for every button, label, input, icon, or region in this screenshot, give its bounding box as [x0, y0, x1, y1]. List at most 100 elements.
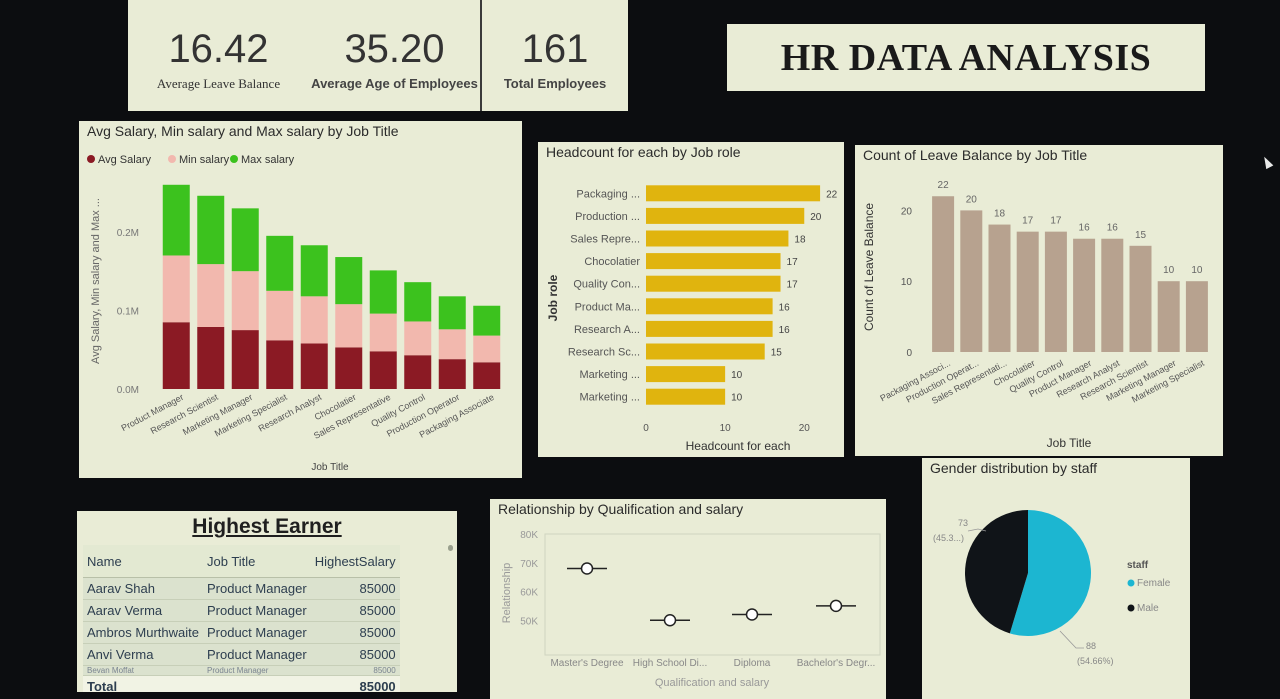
y-tick-label: Research A... [574, 324, 640, 336]
gender-chart-panel[interactable]: Gender distribution by staff 88 (54.66%) 7… [922, 458, 1190, 699]
bar-segment-avg-salary [369, 351, 397, 389]
kpi-avg-age-value: 35.20 [344, 27, 445, 71]
dashboard-title-box: HR DATA ANALYSIS [727, 24, 1205, 91]
data-point [829, 599, 843, 613]
x-tick-label: High School Di... [633, 658, 707, 669]
bar [1044, 231, 1067, 352]
table-row[interactable]: Aarav Verma Product Manager 85000 [83, 599, 400, 622]
bar-segment-min-salary [473, 335, 501, 363]
headcount-chart-panel[interactable]: Headcount for each by Job role Packaging… [538, 142, 844, 457]
y-tick-label: Research Sc... [568, 347, 640, 359]
x-axis-title: Headcount for each [686, 439, 791, 453]
bar [646, 230, 789, 247]
plot-border [544, 533, 881, 656]
bar-segment-avg-salary [197, 326, 225, 389]
cell-salary: 85000 [310, 599, 400, 622]
y-tick-label: Sales Repre... [570, 234, 640, 246]
bar-segment-avg-salary [162, 322, 190, 389]
data-label: 17 [787, 257, 799, 268]
cell-name: Anvi Verma [83, 643, 203, 666]
slice-label-value: 88 [1086, 641, 1096, 651]
bar-segment-avg-salary [335, 347, 363, 389]
bar [646, 298, 773, 315]
slice-label-percent: (45.3...) [933, 533, 964, 543]
mouse-cursor [1260, 154, 1274, 170]
table-scrollbar[interactable] [448, 545, 453, 551]
y-tick-label: 0.2M [117, 228, 139, 239]
bar-segment-avg-salary [404, 355, 432, 389]
column-header-job-title[interactable]: Job Title [202, 545, 311, 578]
legend-marker-max-salary [230, 155, 238, 163]
salary-chart-panel[interactable]: Avg Salary, Min salary and Max salary by… [79, 121, 522, 478]
legend-marker-male [1127, 604, 1135, 612]
bar-segment-min-salary [335, 304, 363, 348]
legend-label: Female [1137, 578, 1171, 589]
bar [960, 210, 983, 352]
table-row[interactable]: Ambros Murthwaite Product Manager 85000 [83, 621, 400, 644]
cell-name: Aarav Verma [83, 599, 203, 622]
x-tick-label: Master's Degree [550, 658, 623, 669]
y-tick-label: 50K [520, 616, 538, 627]
cell-name: Ambros Murthwaite [83, 621, 203, 644]
bar-segment-avg-salary [266, 340, 294, 389]
bar-segment-min-salary [300, 296, 328, 344]
y-tick-label: 20 [901, 206, 913, 217]
bar-segment-avg-salary [300, 343, 328, 389]
cell-job-title: Product Manager [202, 665, 311, 676]
cell-job-title: Product Manager [202, 643, 311, 666]
data-point [663, 614, 677, 627]
legend-label: Avg Salary [98, 154, 151, 166]
relationship-chart-panel[interactable]: Relationship by Qualification and salary… [490, 499, 886, 699]
bar-segment-max-salary [438, 296, 466, 330]
data-label: 18 [994, 209, 1006, 220]
x-tick-label: Diploma [734, 658, 771, 669]
bar-segment-max-salary [231, 208, 259, 272]
gender-chart: 88 (54.66%) 73 (45.3...) staff Female Male [933, 510, 1171, 666]
bar-segment-max-salary [197, 195, 225, 265]
cell-salary: 85000 [310, 577, 400, 600]
data-label: 16 [779, 302, 791, 313]
bar [646, 185, 821, 202]
cell-job-title: Product Manager [202, 577, 311, 600]
kpi-avg-age-label: Average Age of Employees [311, 76, 478, 91]
bar-segment-avg-salary [231, 330, 259, 389]
table-row[interactable]: Aarav Shah Product Manager 85000 [83, 577, 400, 600]
y-axis-title: Avg Salary, Min salary and Max ... [90, 198, 102, 364]
data-label: 16 [1079, 223, 1091, 234]
bar-segment-min-salary [438, 329, 466, 360]
y-tick-label: 0 [906, 348, 912, 359]
y-tick-label: 0.0M [117, 385, 139, 396]
bar-segment-min-salary [162, 255, 190, 323]
legend-marker-female [1127, 579, 1135, 587]
kpi-total-employees-value: 161 [521, 27, 589, 71]
bar [646, 253, 781, 270]
bar [646, 275, 781, 292]
column-header-highest-salary[interactable]: HighestSalary [310, 545, 400, 578]
table-row[interactable]: Anvi Verma Product Manager 85000 [83, 643, 400, 666]
bar-segment-min-salary [266, 290, 294, 341]
highest-earner-panel[interactable]: Highest Earner Name Job Title HighestSal… [77, 511, 457, 692]
column-header-name[interactable]: Name [83, 545, 203, 578]
cell-salary: 85000 [310, 643, 400, 666]
data-point [580, 562, 594, 575]
bar-segment-avg-salary [473, 362, 501, 389]
bar-segment-avg-salary [438, 359, 466, 389]
y-tick-label: 0.1M [117, 306, 139, 317]
cell-name: Aarav Shah [83, 577, 203, 600]
bar [1185, 281, 1208, 352]
bar-segment-min-salary [404, 321, 432, 356]
x-axis-title: Job Title [1047, 436, 1092, 450]
slice-label-percent: (54.66%) [1077, 656, 1114, 666]
leave-chart-panel[interactable]: Count of Leave Balance by Job Title 0 10 2… [855, 145, 1223, 456]
data-label: 10 [731, 370, 743, 381]
data-label: 10 [1191, 265, 1203, 276]
bar [646, 343, 765, 360]
legend-label: Max salary [241, 154, 295, 166]
y-tick-label: Packaging ... [576, 188, 640, 200]
table-row[interactable]: Bevan Moffat Product Manager 85000 [83, 665, 400, 676]
x-tick-label: 10 [720, 423, 732, 434]
kpi-avg-age: 35.20 Average Age of Employees [309, 0, 480, 111]
bar [988, 224, 1011, 352]
headcount-chart: Packaging ... 22 Production ... 20 Sales Rep… [546, 185, 838, 453]
data-point [745, 608, 759, 621]
